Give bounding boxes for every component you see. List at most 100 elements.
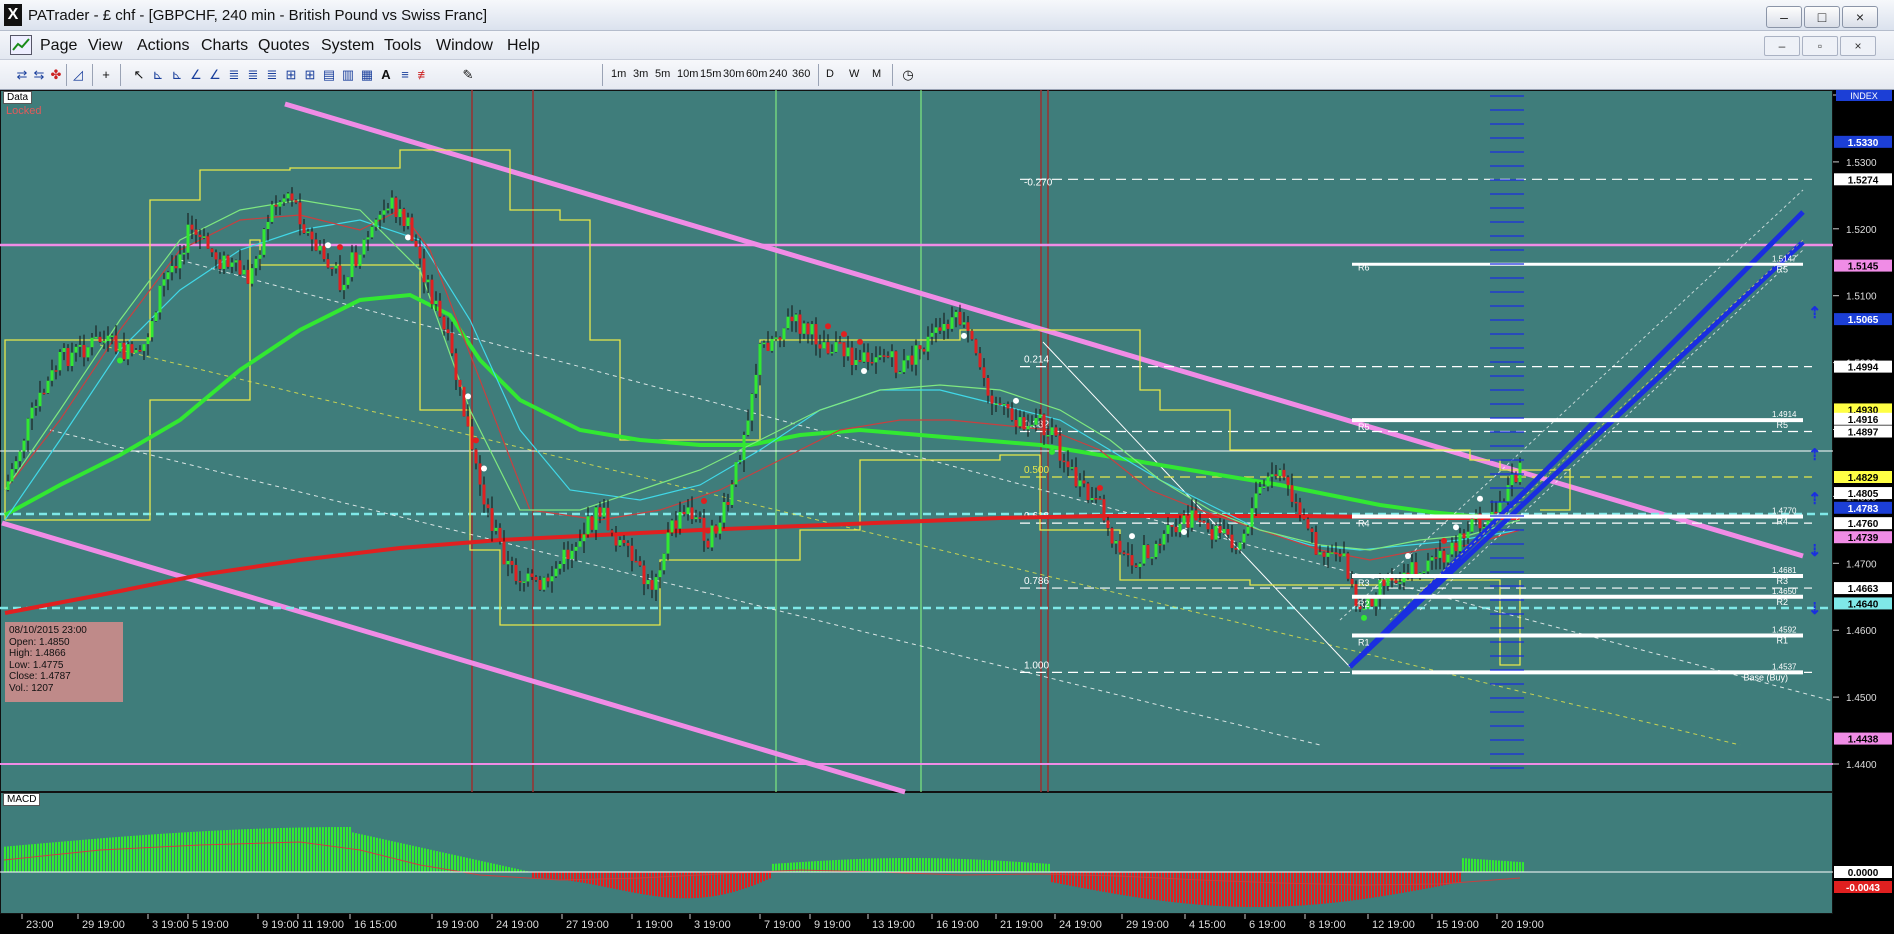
regression-icon[interactable]: ≢ — [416, 67, 432, 83]
maximize-button[interactable]: □ — [1804, 6, 1840, 28]
candle-body — [1414, 562, 1418, 575]
candle-body — [38, 392, 42, 407]
channel-tool-icon[interactable]: ⊾ — [169, 67, 185, 83]
candle-body — [834, 342, 838, 352]
disconnect-icon[interactable]: ⇆ — [31, 67, 47, 83]
chart-area[interactable]: -0.270 0.214 0.382 0.500 0.618 0.786 1.000 1.5… — [0, 89, 1894, 934]
macd-bar — [553, 872, 555, 879]
price-chart[interactable]: -0.2700.2140.3820.5000.6180.7861.000 1.5… — [0, 89, 1894, 934]
macd-bar — [934, 858, 936, 872]
menu-help[interactable]: Help — [507, 37, 540, 55]
menu-system[interactable]: System — [321, 37, 374, 55]
chart-page-icon[interactable] — [10, 35, 32, 55]
crosshair-icon[interactable]: + — [98, 67, 114, 83]
pattern-tool-icon[interactable]: ▦ — [359, 67, 375, 83]
macd-bar — [595, 872, 597, 886]
macd-bar — [316, 827, 318, 872]
text-tool-icon[interactable]: A — [378, 67, 394, 83]
pin-icon[interactable]: ✤ — [48, 67, 64, 83]
ray-tool-icon[interactable]: ∠ — [188, 67, 204, 83]
timeframe-240-button[interactable]: 240 — [769, 68, 787, 80]
period-weekly-button[interactable]: W — [849, 68, 859, 80]
signal-dot — [337, 244, 343, 251]
macd-bar — [1309, 872, 1311, 905]
fib-tool-icon[interactable]: ∠ — [207, 67, 223, 83]
line-tool-icon[interactable]: ⊾ — [150, 67, 166, 83]
candle-body — [454, 353, 458, 380]
timeframe-15m-button[interactable]: 15m — [700, 68, 721, 80]
candle-body — [1198, 520, 1202, 522]
macd-bar — [847, 859, 849, 872]
clock-icon[interactable]: ◷ — [900, 67, 916, 83]
candle-body — [422, 258, 426, 283]
menu-window[interactable]: Window — [436, 37, 493, 55]
menu-actions[interactable]: Actions — [137, 37, 189, 55]
volume-profile — [1490, 95, 1524, 769]
fib-fan-icon[interactable]: ≣ — [226, 67, 242, 83]
candle-body — [226, 255, 230, 267]
candle-body — [290, 193, 294, 201]
macd-bar — [634, 872, 636, 893]
candle-body — [1398, 582, 1402, 584]
fib-extension-icon[interactable]: ⊞ — [302, 67, 318, 83]
timeframe-3m-button[interactable]: 3m — [633, 68, 648, 80]
mdi-minimize-button[interactable]: – — [1764, 36, 1800, 56]
macd-bar — [196, 831, 198, 872]
timeframe-60m-button[interactable]: 60m — [746, 68, 767, 80]
menu-charts[interactable]: Charts — [201, 37, 248, 55]
timeframe-360-button[interactable]: 360 — [792, 68, 810, 80]
macd-bar — [1474, 858, 1476, 872]
minimize-button[interactable]: – — [1766, 6, 1802, 28]
mdi-close-button[interactable]: × — [1840, 36, 1876, 56]
pen-icon[interactable]: ✎ — [460, 67, 476, 83]
connect-icon[interactable]: ⇄ — [14, 67, 30, 83]
date-axis-label: 16 15:00 — [354, 919, 397, 931]
macd-bar — [214, 830, 216, 872]
candle-body — [1082, 480, 1086, 484]
macd-bar — [1417, 872, 1419, 891]
timeframe-1m-button[interactable]: 1m — [611, 68, 626, 80]
macd-bar — [1432, 872, 1434, 888]
mdi-restore-button[interactable]: ▫ — [1802, 36, 1838, 56]
fib-arc-icon[interactable]: ≣ — [245, 67, 261, 83]
timeframe-30m-button[interactable]: 30m — [723, 68, 744, 80]
candle-body — [606, 507, 610, 531]
candle-body — [1142, 545, 1146, 564]
pitchfork-icon[interactable]: ≡ — [397, 67, 413, 83]
menu-tools[interactable]: Tools — [384, 37, 421, 55]
macd-bar — [1327, 872, 1329, 904]
macd-bar — [1012, 861, 1014, 872]
macd-bar — [100, 838, 102, 872]
menu-view[interactable]: View — [88, 37, 122, 55]
macd-bar — [718, 872, 720, 896]
macd-bar — [535, 872, 537, 879]
cycle-tool-icon[interactable]: ▥ — [340, 67, 356, 83]
candle-body — [958, 311, 962, 325]
menu-page[interactable]: Page — [40, 37, 77, 55]
candle-body — [842, 342, 846, 357]
fib-retracement-icon[interactable]: ▤ — [321, 67, 337, 83]
period-daily-button[interactable]: D — [826, 68, 834, 80]
macd-bar — [1006, 861, 1008, 872]
macd-bar — [616, 872, 618, 890]
pointer-icon[interactable]: ↖ — [131, 67, 147, 83]
candle-body — [1270, 474, 1274, 477]
candle-body — [1498, 502, 1502, 513]
timeframe-5m-button[interactable]: 5m — [655, 68, 670, 80]
gann-icon[interactable]: ⊞ — [283, 67, 299, 83]
fib-time-icon[interactable]: ≣ — [264, 67, 280, 83]
macd-bar — [766, 872, 768, 880]
chart-type-icon[interactable]: ◿ — [70, 67, 86, 83]
close-button[interactable]: × — [1842, 6, 1878, 28]
macd-bar — [211, 830, 213, 872]
macd-bar — [451, 854, 453, 872]
candle-body — [362, 239, 366, 255]
menu-quotes[interactable]: Quotes — [258, 37, 310, 55]
macd-tag: MACD — [3, 793, 41, 806]
timeframe-10m-button[interactable]: 10m — [677, 68, 698, 80]
macd-bar — [1354, 872, 1356, 901]
period-monthly-button[interactable]: M — [872, 68, 881, 80]
candle-body — [438, 300, 442, 317]
candle-body — [1214, 525, 1218, 540]
macd-bar — [367, 835, 369, 872]
